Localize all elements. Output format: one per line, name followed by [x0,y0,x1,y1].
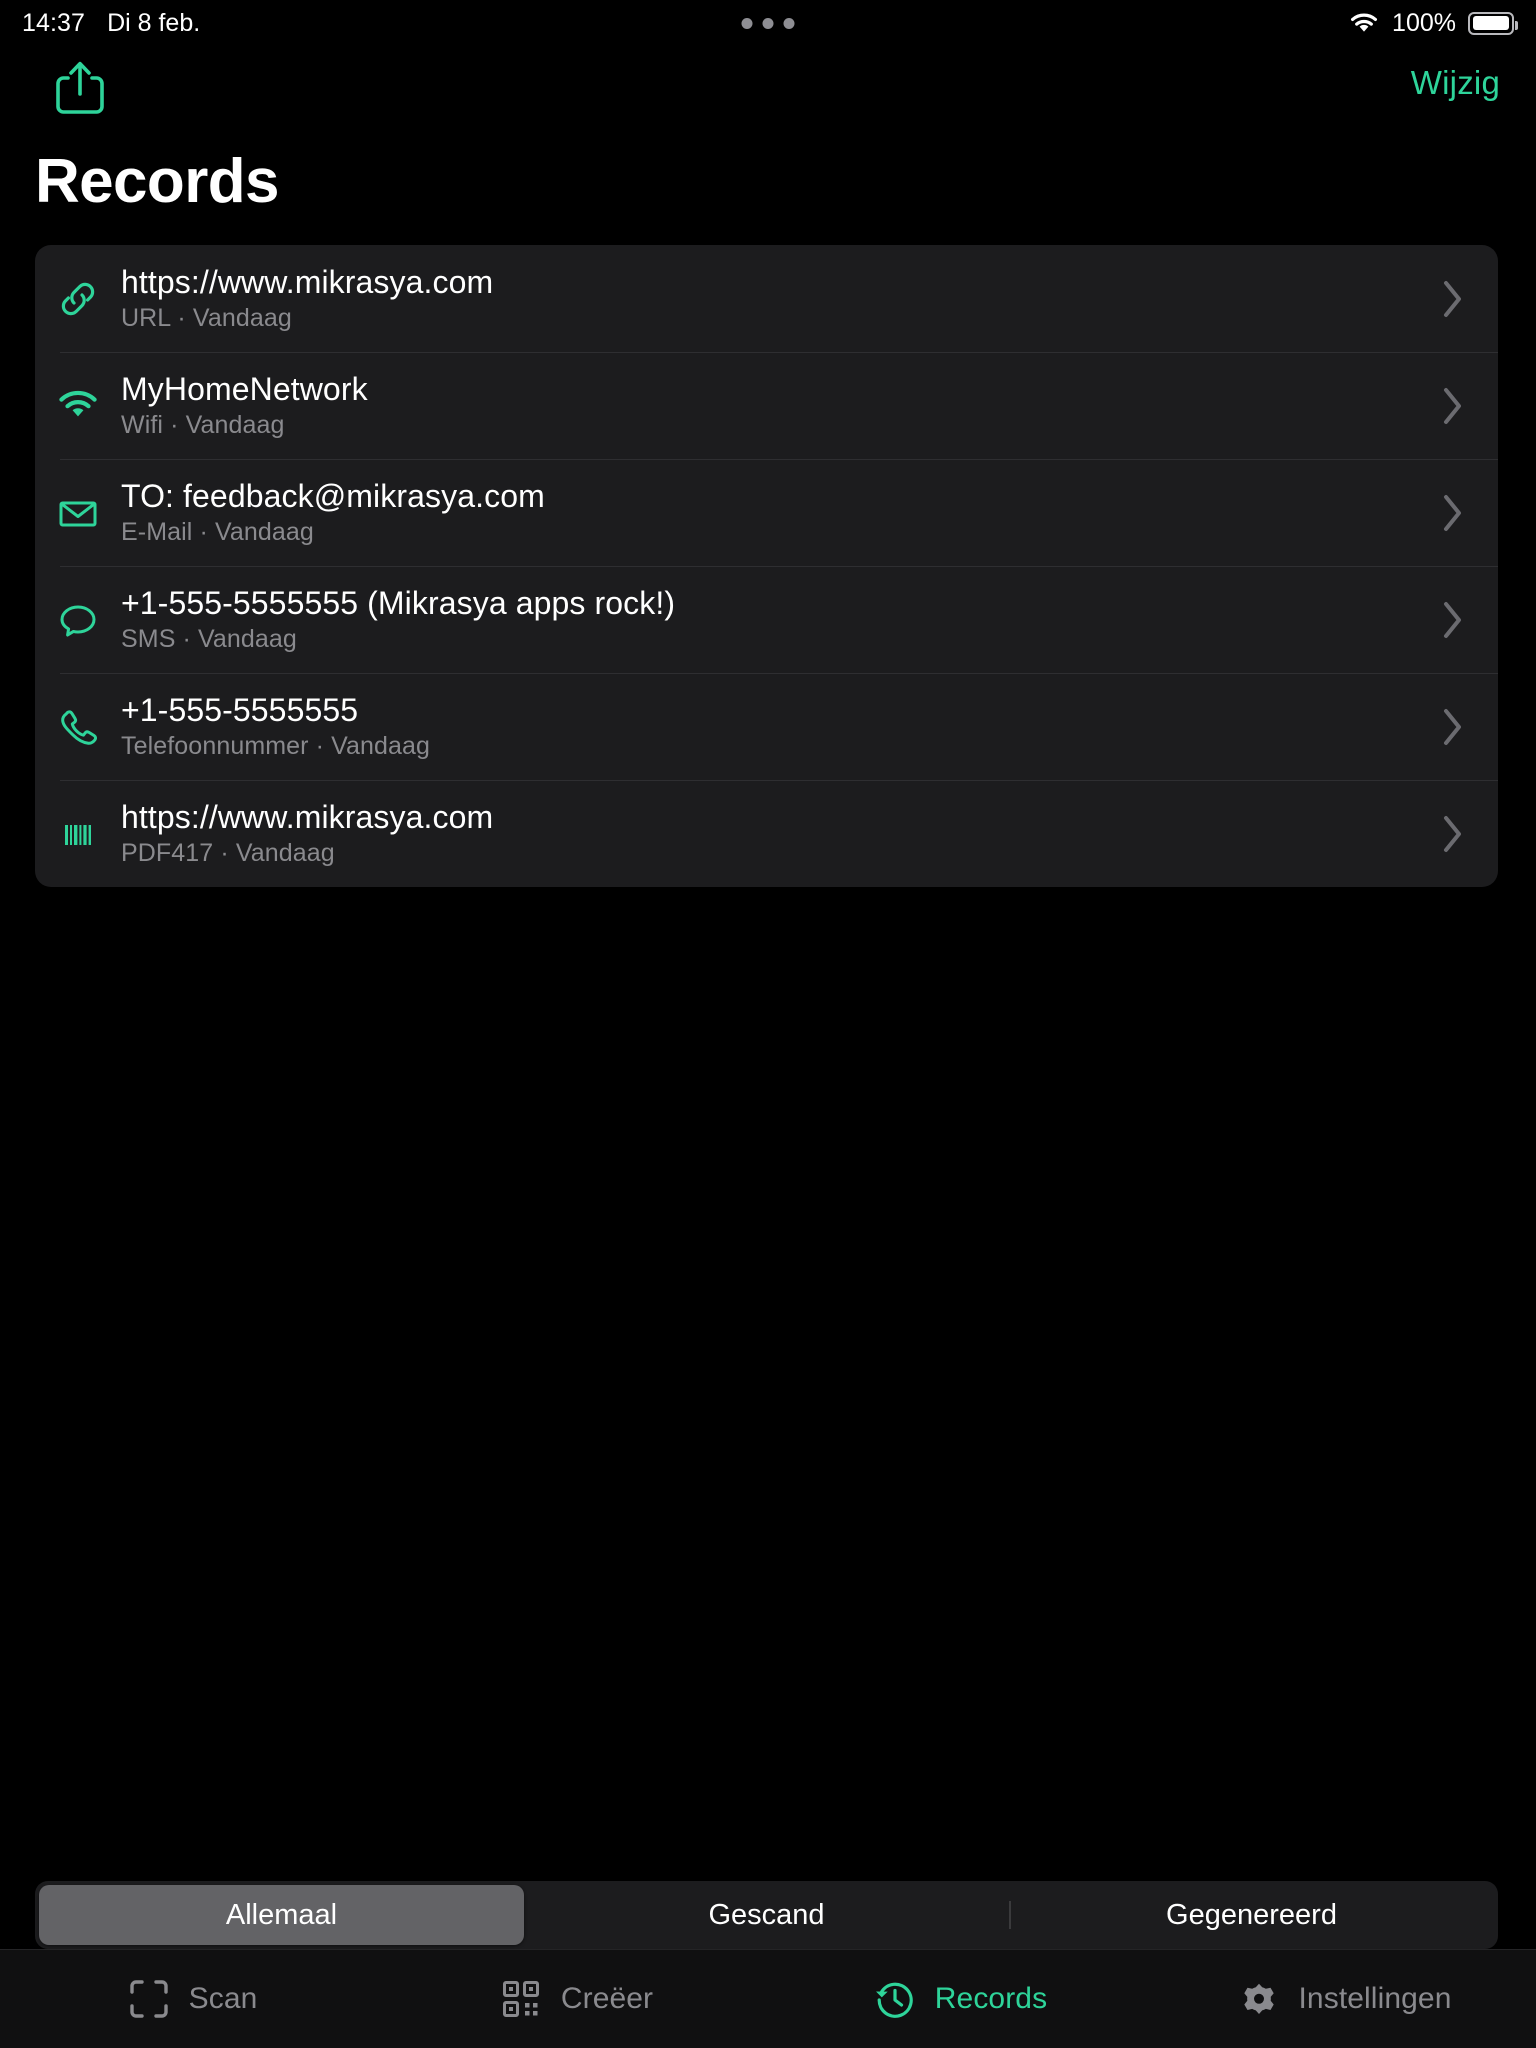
record-subtitle: E-Mail · Vandaag [121,517,314,546]
navigation-bar: Wijzig [0,46,1536,126]
share-icon [52,61,108,122]
segment-divider [1009,1901,1011,1929]
chevron-right-icon [1408,278,1498,320]
record-title: https://www.mikrasya.com [121,799,494,836]
row-separator [60,459,1498,460]
segment-label: Gescand [708,1898,825,1931]
segment-gescand[interactable]: Gescand [524,1885,1009,1945]
row-separator [60,673,1498,674]
row-text: TO: feedback@mikrasya.com E-Mail · Vanda… [121,478,1408,546]
segment-gegenereerd[interactable]: Gegenereerd [1009,1885,1494,1945]
row-text: +1-555-5555555 (Mikrasya apps rock!) SMS… [121,585,1408,653]
record-title: +1-555-5555555 (Mikrasya apps rock!) [121,585,676,622]
row-text: https://www.mikrasya.com PDF417 · Vandaa… [121,799,1408,867]
edit-button[interactable]: Wijzig [1411,64,1500,102]
tab-label: Instellingen [1298,1982,1452,2015]
tab-scan[interactable]: Scan [0,1950,384,2048]
table-row[interactable]: https://www.mikrasya.com PDF417 · Vandaa… [35,780,1498,887]
phone-icon [35,673,121,780]
table-row[interactable]: TO: feedback@mikrasya.com E-Mail · Vanda… [35,459,1498,566]
clock-history-icon [873,1977,917,2021]
tab-records[interactable]: Records [768,1950,1152,2048]
table-row[interactable]: +1-555-5555555 Telefoonnummer · Vandaag [35,673,1498,780]
status-bar-date: Di 8 feb. [107,8,201,37]
record-title: TO: feedback@mikrasya.com [121,478,545,515]
viewfinder-icon [127,1977,171,2021]
segment-label: Gegenereerd [1166,1898,1337,1931]
tab-label: Records [934,1982,1048,2015]
chevron-right-icon [1408,492,1498,534]
record-subtitle: Telefoonnummer · Vandaag [121,731,431,760]
wifi-icon [1348,12,1380,35]
link-icon [35,245,121,352]
record-subtitle: URL · Vandaag [121,303,292,332]
multitasking-dots-icon[interactable] [741,17,795,29]
envelope-icon [35,459,121,566]
segment-allemaal[interactable]: Allemaal [39,1885,524,1945]
row-text: https://www.mikrasya.com URL · Vandaag [121,264,1408,332]
tab-instellingen[interactable]: Instellingen [1152,1950,1536,2048]
row-text: MyHomeNetwork Wifi · Vandaag [121,371,1408,439]
row-separator [60,566,1498,567]
tab-label: Creëer [560,1982,654,2015]
tab-bar: Scan Creëer Records Instellingen [0,1949,1536,2048]
status-bar-left: 14:37 Di 8 feb. [22,9,200,38]
chevron-right-icon [1408,599,1498,641]
barcode-icon [35,780,121,887]
record-title: +1-555-5555555 [121,692,359,729]
qr-code-icon [499,1977,543,2021]
table-row[interactable]: MyHomeNetwork Wifi · Vandaag [35,352,1498,459]
app-screen: 14:37 Di 8 feb. 100% Wijzig Records http… [0,0,1536,2048]
tab-label: Scan [188,1982,258,2015]
chevron-right-icon [1408,813,1498,855]
gear-icon [1237,1977,1281,2021]
table-row[interactable]: https://www.mikrasya.com URL · Vandaag [35,245,1498,352]
chevron-right-icon [1408,706,1498,748]
speech-bubble-icon [35,566,121,673]
row-text: +1-555-5555555 Telefoonnummer · Vandaag [121,692,1408,760]
row-separator [60,780,1498,781]
row-separator [60,352,1498,353]
status-bar-right: 100% [1348,8,1518,38]
record-title: https://www.mikrasya.com [121,264,494,301]
status-bar: 14:37 Di 8 feb. 100% [0,0,1536,46]
filter-segmented-control: Allemaal Gescand Gegenereerd [35,1881,1498,1949]
record-title: MyHomeNetwork [121,371,368,408]
chevron-right-icon [1408,385,1498,427]
wifi-icon [35,352,121,459]
record-subtitle: Wifi · Vandaag [121,410,285,439]
page-title: Records [35,147,280,216]
table-row[interactable]: +1-555-5555555 (Mikrasya apps rock!) SMS… [35,566,1498,673]
records-list: https://www.mikrasya.com URL · Vandaag M… [35,245,1498,887]
battery-percent-label: 100% [1392,8,1456,37]
record-subtitle: SMS · Vandaag [121,624,297,653]
battery-full-icon [1468,11,1518,35]
segment-label: Allemaal [225,1898,338,1931]
tab-creeer[interactable]: Creëer [384,1950,768,2048]
share-button[interactable] [52,58,108,118]
record-subtitle: PDF417 · Vandaag [121,838,335,867]
status-bar-time: 14:37 [22,8,86,37]
